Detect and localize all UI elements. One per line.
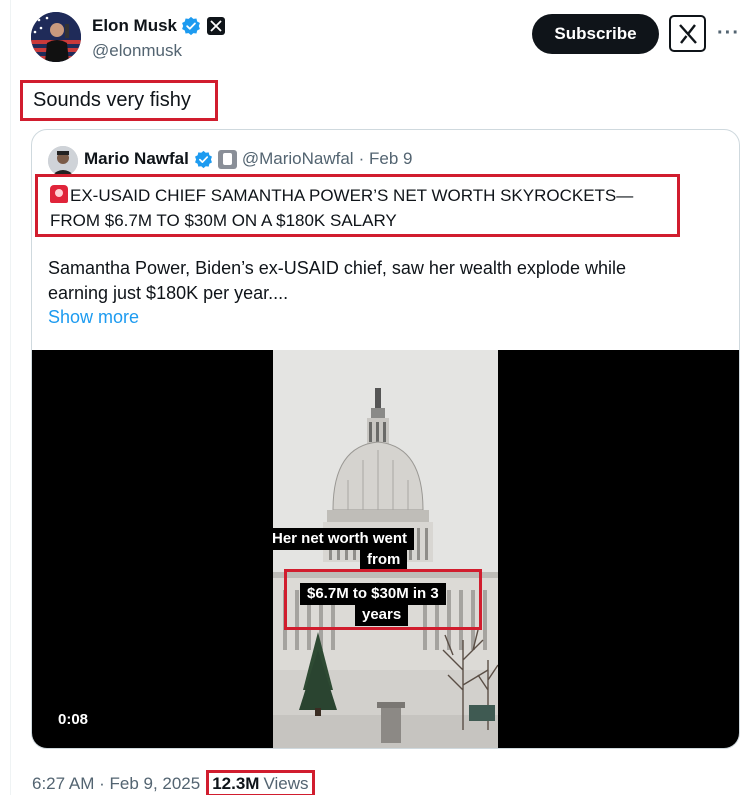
tweet-text: Sounds very fishy — [20, 80, 218, 121]
x-affiliation-icon — [207, 17, 226, 35]
video-duration: 0:08 — [58, 711, 89, 728]
author-handle[interactable]: @elonmusk — [92, 41, 182, 61]
headline-line-1: EX-USAID CHIEF SAMANTHA POWER’S NET WORT… — [70, 186, 634, 205]
tweet-timestamp[interactable]: 6:27 AM · Feb 9, 2025 — [32, 774, 200, 794]
video-caption-line-1: Her net worth went — [265, 528, 415, 550]
views-label: Views — [263, 773, 309, 793]
body-line-2: earning just $180K per year.... — [48, 283, 289, 303]
quoted-headline: EX-USAID CHIEF SAMANTHA POWER’S NET WORT… — [35, 174, 680, 237]
headline-line-2: FROM $6.7M TO $30M ON A $180K SALARY — [50, 211, 397, 230]
quoted-body: Samantha Power, Biden’s ex-USAID chief, … — [48, 256, 688, 306]
body-line-1: Samantha Power, Biden’s ex-USAID chief, … — [48, 258, 626, 278]
tweet-header: Elon Musk @elonmusk Subscribe ··· — [31, 12, 747, 68]
more-options-icon[interactable]: ··· — [717, 22, 740, 45]
author-avatar[interactable] — [31, 12, 81, 62]
author-name[interactable]: Elon Musk — [92, 16, 177, 36]
quoted-tweet[interactable]: Mario Nawfal @MarioNawfal · Feb 9 EX-USA… — [31, 129, 740, 749]
caption-highlight-box — [284, 569, 482, 630]
quoted-date[interactable]: · Feb 9 — [359, 149, 413, 169]
verified-badge-icon — [182, 16, 200, 36]
show-more-link[interactable]: Show more — [48, 307, 139, 328]
views-count: 12.3M — [212, 773, 260, 793]
verified-badge-icon — [194, 150, 212, 168]
siren-icon — [50, 185, 68, 203]
grok-icon[interactable] — [669, 15, 706, 52]
timeline-divider — [10, 0, 11, 795]
tweet-footer: 6:27 AM · Feb 9, 2025 12.3M Views — [32, 770, 315, 795]
quoted-author-avatar[interactable] — [48, 146, 78, 176]
video-caption-line-2: from — [360, 549, 408, 571]
views-highlight: 12.3M Views — [206, 770, 315, 795]
quoted-author-name[interactable]: Mario Nawfal — [84, 149, 189, 169]
subscribe-button[interactable]: Subscribe — [532, 14, 659, 54]
affiliation-badge-icon — [217, 149, 237, 169]
quoted-author-handle[interactable]: @MarioNawfal — [242, 149, 354, 169]
